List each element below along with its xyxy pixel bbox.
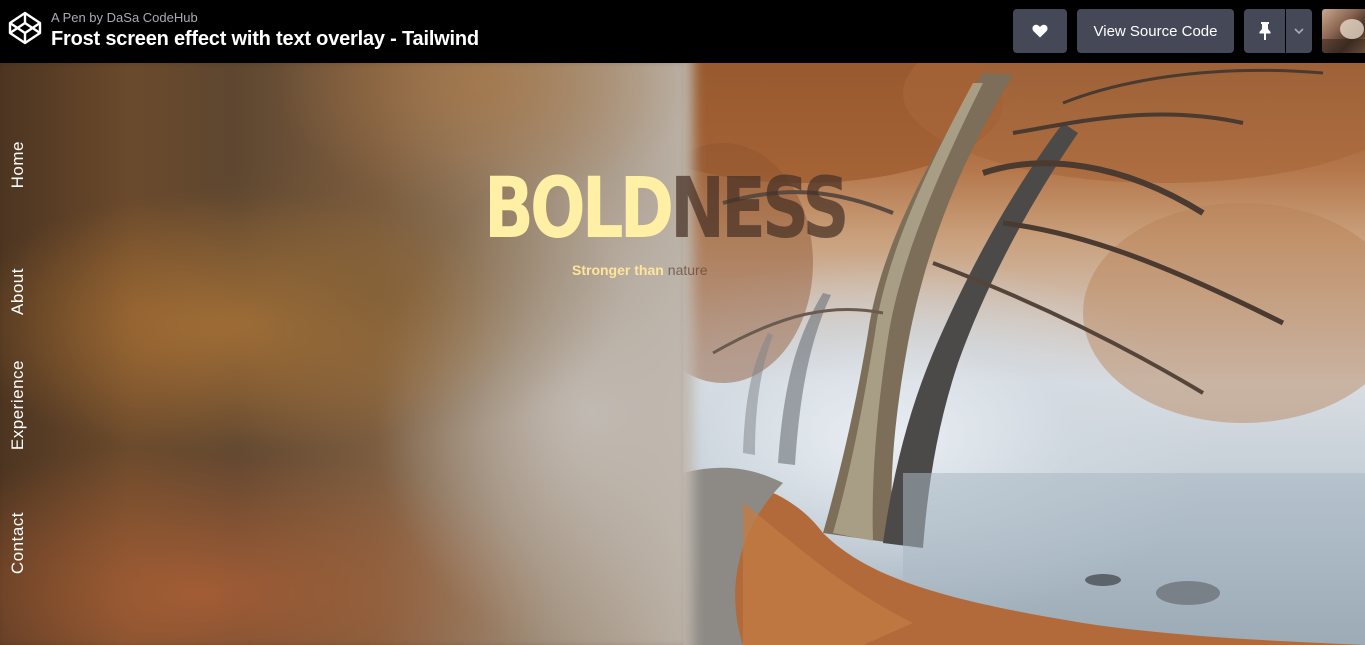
heart-icon [1032,24,1048,38]
codepen-header: A Pen by DaSa CodeHub Frost screen effec… [0,0,1365,63]
nav-contact-link[interactable]: Contact [8,512,28,574]
like-button[interactable] [1013,9,1067,53]
forest-photo [683,63,1365,645]
subline-frosted-part: Stronger than [572,262,664,278]
pen-byline[interactable]: A Pen by DaSa CodeHub [51,10,198,25]
view-source-button[interactable]: View Source Code [1077,9,1234,53]
codepen-logo-icon[interactable] [7,10,43,46]
headline-clear-part: NESS [670,159,849,257]
pin-button[interactable] [1244,9,1285,53]
chevron-down-icon [1294,28,1304,34]
frosted-glass-overlay [0,63,694,645]
headline-frosted-part: BOLD [484,159,674,257]
nav-experience-link[interactable]: Experience [8,360,28,450]
nav-about-link[interactable]: About [8,268,28,315]
hero-subline: Stronger than nature [572,262,707,278]
hero-stage: Home About Experience Contact BOLDNESS S… [0,63,1365,645]
pin-menu-button[interactable] [1286,9,1312,53]
nav-home-link[interactable]: Home [8,141,28,188]
pen-title: Frost screen effect with text overlay - … [51,28,479,50]
subline-clear-part: nature [667,262,708,278]
hero-headline: BOLDNESS [484,163,850,253]
pin-icon [1259,22,1270,40]
user-avatar[interactable] [1322,9,1365,53]
